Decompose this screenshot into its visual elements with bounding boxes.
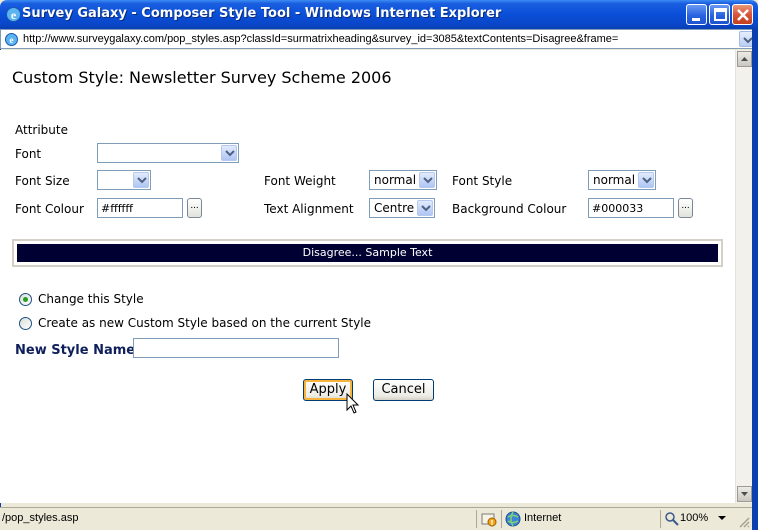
mouse-cursor-icon	[346, 393, 360, 414]
new-style-name-label: New Style Name	[15, 343, 136, 358]
sample-preview: Disagree... Sample Text	[12, 239, 723, 267]
window-title: Survey Galaxy - Composer Style Tool - Wi…	[22, 6, 502, 21]
chevron-down-icon	[419, 172, 435, 188]
font-colour-input[interactable]: #ffffff	[97, 198, 183, 218]
close-button[interactable]	[732, 4, 753, 25]
status-bar: /pop_styles.asp ! Internet 100%	[0, 507, 752, 530]
background-colour-picker-button[interactable]: ...	[678, 198, 693, 218]
security-zone: Internet	[524, 512, 562, 524]
ie-icon: e	[6, 7, 21, 22]
page-icon: e	[5, 33, 18, 46]
background-colour-label: Background Colour	[452, 202, 567, 216]
svg-text:e: e	[10, 35, 14, 45]
chevron-down-icon[interactable]	[717, 513, 727, 523]
scroll-up-button[interactable]	[737, 51, 752, 67]
text-alignment-value: Centre	[374, 201, 415, 215]
maximize-button[interactable]	[709, 4, 730, 25]
window-frame-right	[752, 29, 758, 530]
security-warning-icon[interactable]: !	[481, 511, 497, 527]
font-select[interactable]	[97, 143, 239, 163]
minimize-icon	[692, 18, 700, 21]
status-divider	[501, 510, 502, 528]
font-style-value: normal	[593, 173, 636, 187]
scroll-down-button[interactable]	[737, 486, 752, 502]
text-alignment-label: Text Alignment	[264, 202, 354, 216]
text-alignment-select[interactable]: Centre	[369, 198, 435, 218]
change-style-label[interactable]: Change this Style	[38, 292, 144, 306]
chevron-down-icon	[741, 492, 748, 496]
font-colour-label: Font Colour	[15, 202, 84, 216]
address-url[interactable]: http://www.surveygalaxy.com/pop_styles.a…	[23, 33, 618, 45]
title-bar: e Survey Galaxy - Composer Style Tool - …	[0, 0, 758, 29]
font-style-label: Font Style	[452, 174, 513, 188]
chevron-down-icon	[638, 172, 654, 188]
maximize-icon	[714, 8, 727, 21]
new-style-name-input[interactable]	[133, 338, 339, 358]
font-weight-select[interactable]: normal	[369, 170, 437, 190]
close-icon	[737, 9, 749, 21]
page-content: Custom Style: Newsletter Survey Scheme 2…	[0, 50, 735, 503]
zoom-icon	[665, 512, 679, 526]
background-colour-input[interactable]: #000033	[588, 198, 674, 218]
create-new-style-radio[interactable]	[19, 317, 32, 330]
chevron-down-icon	[221, 145, 237, 161]
attribute-label: Attribute	[15, 123, 68, 137]
globe-icon	[505, 511, 521, 527]
create-new-style-label[interactable]: Create as new Custom Style based on the …	[38, 316, 371, 330]
chevron-up-icon	[741, 57, 748, 61]
vertical-scrollbar[interactable]	[735, 50, 752, 503]
font-size-select[interactable]	[97, 170, 151, 190]
font-size-label: Font Size	[15, 174, 70, 188]
sample-text: Disagree... Sample Text	[17, 244, 718, 262]
svg-text:e: e	[11, 8, 17, 22]
font-weight-value: normal	[374, 173, 417, 187]
chevron-down-icon	[133, 172, 149, 188]
minimize-button[interactable]	[686, 4, 707, 25]
status-divider	[476, 510, 477, 528]
zoom-level[interactable]: 100%	[680, 512, 708, 524]
address-bar: e http://www.surveygalaxy.com/pop_styles…	[0, 29, 758, 49]
font-label: Font	[15, 147, 42, 161]
font-style-select[interactable]: normal	[588, 170, 656, 190]
cancel-button[interactable]: Cancel	[373, 379, 434, 401]
resize-grip-icon[interactable]	[738, 516, 750, 528]
change-style-radio[interactable]	[19, 293, 32, 306]
font-weight-label: Font Weight	[264, 174, 336, 188]
chevron-down-icon	[417, 200, 433, 216]
status-divider	[660, 510, 661, 528]
page-title: Custom Style: Newsletter Survey Scheme 2…	[12, 68, 392, 87]
svg-text:!: !	[490, 519, 493, 527]
status-text: /pop_styles.asp	[2, 512, 79, 524]
font-colour-picker-button[interactable]: ...	[187, 198, 202, 218]
